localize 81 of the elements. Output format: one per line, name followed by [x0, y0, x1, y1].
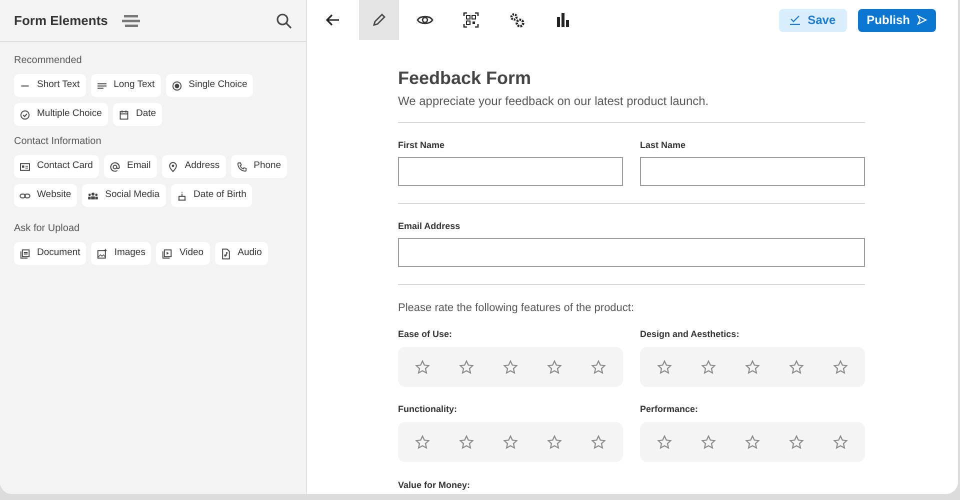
section-heading: Ask for Upload: [14, 222, 81, 236]
bar-chart-icon: [554, 11, 572, 29]
map-pin-icon: [166, 160, 179, 172]
star-rating[interactable]: [398, 422, 623, 462]
search-icon[interactable]: [276, 12, 292, 28]
star-icon[interactable]: [789, 434, 804, 450]
element-chip[interactable]: Date of Birth: [170, 184, 252, 207]
star-icon[interactable]: [744, 434, 760, 450]
star-icon[interactable]: [502, 360, 518, 374]
input-field[interactable]: [640, 157, 865, 186]
element-chip[interactable]: Contact Card: [14, 155, 99, 178]
element-chip[interactable]: Video: [156, 242, 210, 265]
star-icon[interactable]: [414, 360, 430, 374]
rating-label: Performance:: [640, 404, 700, 415]
star-icon[interactable]: [591, 360, 606, 374]
check-icon: [790, 15, 800, 25]
element-chip[interactable]: Website: [14, 184, 78, 207]
qr-code-icon: [462, 11, 480, 29]
rating-label: Design and Aesthetics:: [640, 329, 740, 340]
form-title: Feedback Form: [398, 67, 532, 89]
star-icon[interactable]: [833, 360, 848, 374]
star-icon[interactable]: [502, 434, 518, 450]
radio-icon: [170, 80, 183, 92]
star-icon[interactable]: [547, 360, 562, 374]
star-icon[interactable]: [833, 434, 848, 450]
star-icon[interactable]: [458, 434, 474, 450]
element-chip[interactable]: Social Media: [82, 184, 166, 207]
element-chip[interactable]: Date: [112, 103, 162, 126]
publish-button[interactable]: Publish: [858, 8, 936, 32]
star-icon[interactable]: [414, 434, 430, 450]
star-icon[interactable]: [591, 434, 606, 450]
section-heading: Recommended: [14, 54, 83, 68]
element-chip[interactable]: Images: [91, 242, 152, 265]
at-sign-icon: [108, 160, 121, 172]
toolbar-button[interactable]: [359, 0, 399, 40]
star-rating[interactable]: [640, 422, 865, 462]
field-label: Last Name: [640, 140, 687, 151]
star-icon[interactable]: [700, 434, 716, 450]
star-rating[interactable]: [640, 347, 865, 387]
image-icon: [96, 248, 108, 260]
element-chip[interactable]: Email: [104, 155, 157, 178]
id-card-icon: [19, 160, 31, 172]
element-chip[interactable]: Short Text: [14, 74, 86, 97]
save-button[interactable]: Save: [778, 8, 847, 32]
video-icon: [161, 248, 174, 260]
element-chip[interactable]: Phone: [230, 155, 288, 178]
send-icon: [917, 15, 927, 25]
star-icon[interactable]: [656, 360, 672, 374]
phone-icon: [236, 160, 248, 172]
document-icon: [19, 248, 31, 260]
rating-label: Functionality:: [398, 404, 458, 415]
star-icon[interactable]: [656, 434, 672, 450]
star-icon[interactable]: [744, 360, 760, 374]
element-chip[interactable]: Audio: [214, 242, 268, 265]
input-field[interactable]: [398, 157, 623, 186]
element-chip[interactable]: Address: [162, 155, 226, 178]
menu-icon[interactable]: [122, 14, 140, 26]
audio-file-icon: [220, 248, 232, 260]
star-icon[interactable]: [789, 360, 804, 374]
star-icon[interactable]: [547, 434, 562, 450]
rating-label: Value for Money:: [398, 480, 472, 491]
rating-label: Ease of Use:: [398, 329, 454, 340]
section-heading: Contact Information: [14, 135, 102, 149]
panel-title: Form Elements: [14, 12, 108, 30]
pencil-icon: [370, 11, 388, 29]
star-icon[interactable]: [458, 360, 474, 374]
star-rating[interactable]: [398, 347, 623, 387]
field-label: Email Address: [398, 221, 462, 232]
cake-icon: [176, 190, 188, 202]
element-chip[interactable]: Single Choice: [166, 74, 254, 97]
star-icon[interactable]: [700, 360, 716, 374]
input-field[interactable]: [398, 238, 865, 267]
check-circle-icon: [19, 108, 31, 120]
element-chip[interactable]: Long Text: [90, 74, 161, 97]
field-label: First Name: [398, 140, 446, 151]
element-chip[interactable]: Document: [14, 242, 86, 265]
element-chip[interactable]: Multiple Choice: [14, 103, 108, 126]
form-description: We appreciate your feedback on our latest product launch.: [398, 93, 710, 109]
rating-prompt: Please rate the following features of the product:: [398, 301, 636, 315]
people-icon: [87, 190, 100, 202]
calendar-icon: [118, 108, 130, 120]
